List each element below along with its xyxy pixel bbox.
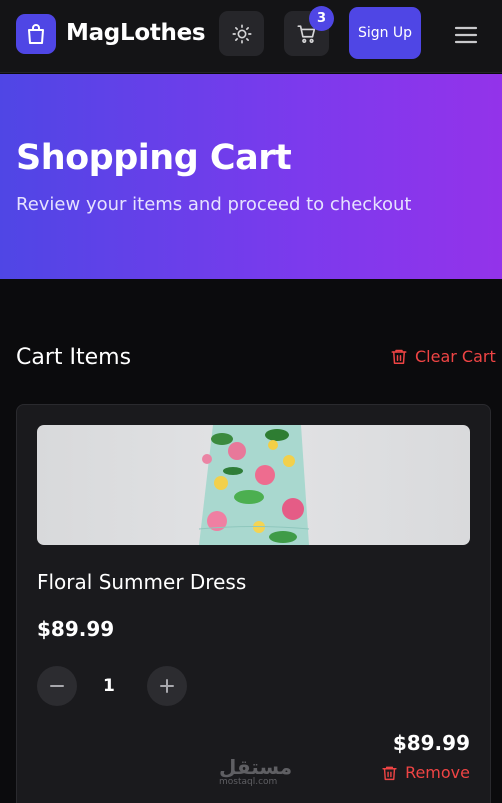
page-subtitle: Review your items and proceed to checkou… [16,194,412,215]
product-price: $89.99 [37,617,115,641]
clear-cart-label: Clear Cart [415,347,496,366]
plus-icon [160,679,174,693]
product-name[interactable]: Floral Summer Dress [37,570,246,594]
top-navbar: MagLothes 3 Sign Up [0,0,502,73]
cart-items-heading: Cart Items [16,345,132,370]
trash-icon [382,766,397,780]
watermark-logo-text: مستقل [219,755,293,779]
trash-icon [391,349,407,364]
dress-image [198,425,310,545]
quantity-value: 1 [103,676,115,696]
decrease-quantity-button[interactable] [37,666,77,706]
sun-icon [231,23,252,44]
watermark-url: mostaql.com [219,777,278,787]
increase-quantity-button[interactable] [147,666,187,706]
page-title: Shopping Cart [16,138,292,178]
watermark: مستقل mostaql.com [219,757,292,787]
hamburger-menu-icon [454,26,478,44]
clear-cart-button[interactable]: Clear Cart [390,347,496,366]
logo[interactable] [16,14,56,54]
item-line-total: $89.99 [392,731,470,755]
remove-item-button[interactable]: Remove [381,763,470,782]
brand-name[interactable]: MagLothes [66,20,206,46]
menu-button[interactable] [448,17,484,53]
sign-up-button[interactable]: Sign Up [349,7,421,59]
remove-label: Remove [405,763,470,782]
theme-toggle-button[interactable] [219,11,264,56]
hero-banner: Shopping Cart Review your items and proc… [0,74,502,279]
cart-item-card: Floral Summer Dress $89.99 1 $89.99 Remo… [16,404,491,803]
shopping-bag-icon [28,24,44,44]
product-image[interactable] [37,425,470,545]
cart-count-badge: 3 [309,6,334,31]
minus-icon [50,685,64,687]
